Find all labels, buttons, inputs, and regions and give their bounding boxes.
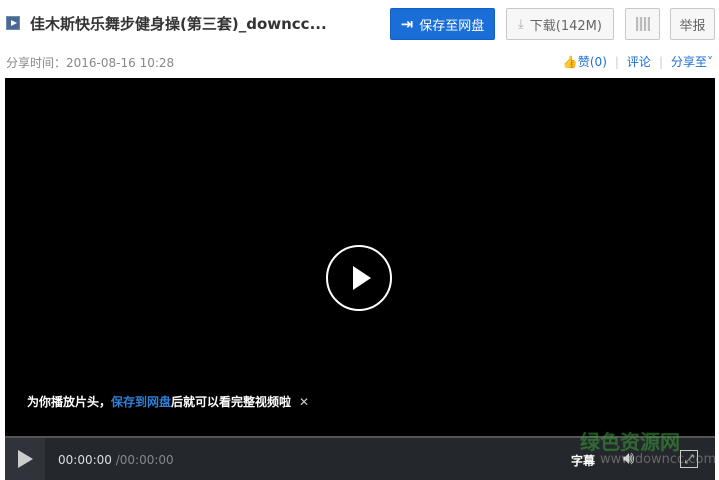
save-icon: ⇥: [400, 15, 414, 33]
play-button[interactable]: [5, 438, 45, 480]
download-button[interactable]: ⤓ 下载(142M): [506, 8, 614, 40]
report-button[interactable]: 举报: [670, 8, 715, 40]
thumbs-up-icon: 👍: [562, 55, 578, 69]
watermark: 绿色资源网: [580, 430, 680, 454]
share-time: 分享时间：2016-08-16 10:28: [6, 56, 175, 70]
divider: |: [658, 54, 663, 69]
video-file-icon: [6, 16, 20, 30]
qr-code-icon: [635, 17, 650, 31]
watermark-url: www.downcc.com: [600, 452, 717, 467]
save-netdisk-link[interactable]: 保存到网盘: [111, 395, 171, 409]
time-display: 00:00:00 /00:00:00: [58, 453, 174, 467]
preview-tip: 为你播放片头，保存到网盘后就可以看完整视频啦 ✕: [27, 395, 310, 409]
save-to-netdisk-button[interactable]: ⇥ 保存至网盘: [390, 8, 495, 40]
page-title: 佳木斯快乐舞步健身操(第三套)_downcc...: [30, 15, 327, 33]
play-overlay-button[interactable]: [326, 245, 392, 311]
share-dropdown[interactable]: 分享至˅: [671, 53, 713, 70]
download-icon: ⤓: [518, 16, 524, 32]
actions-bar: 👍赞(0) | 评论 | 分享至˅: [563, 53, 713, 70]
like-button[interactable]: 👍赞(0): [563, 53, 607, 70]
chevron-down-icon: ˅: [707, 55, 713, 69]
qr-code-button[interactable]: [625, 8, 660, 40]
divider: |: [614, 54, 619, 69]
close-icon[interactable]: ✕: [299, 395, 309, 409]
comment-link[interactable]: 评论: [627, 53, 651, 70]
video-player[interactable]: 为你播放片头，保存到网盘后就可以看完整视频啦 ✕ 00:00:00 /00:00:…: [5, 78, 715, 480]
